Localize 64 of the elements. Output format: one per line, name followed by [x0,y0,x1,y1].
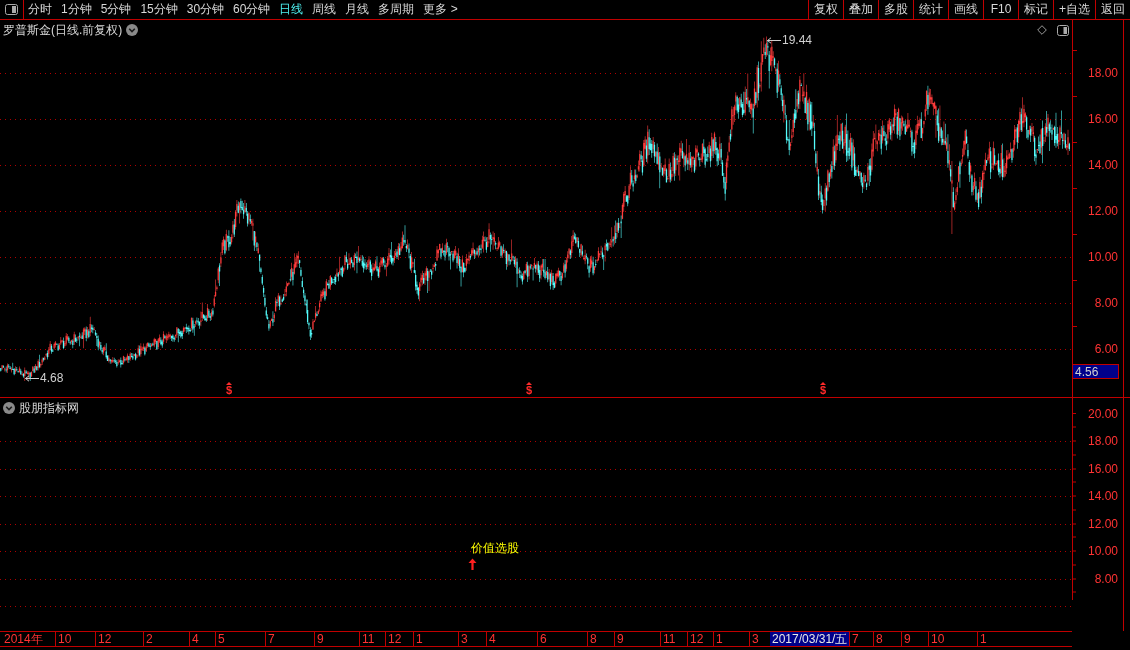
left-arrow-icon [25,375,39,382]
period-tab[interactable]: 分时 [24,0,52,19]
period-tab[interactable]: 60分钟 [229,0,271,19]
date-label: 5 [215,632,225,646]
chevron-down-icon[interactable] [3,402,15,414]
date-label: 11 [359,632,375,646]
axis-label: 10.00 [1087,250,1118,264]
date-label: 12 [385,632,402,646]
date-label: 1 [713,632,723,646]
date-label: 6 [537,632,547,646]
date-label: 2014年 [3,632,43,646]
axis-label: 14.00 [1087,158,1118,172]
date-label: 12 [95,632,112,646]
date-label: 1 [977,632,987,646]
period-tab[interactable]: 日线 [275,0,304,19]
panel-toggle-icon [5,4,18,15]
chevron-down-icon[interactable] [126,24,139,36]
panel-toggle-icon[interactable] [1057,24,1069,36]
left-arrow-icon [767,37,781,44]
date-label: 8 [587,632,597,646]
period-tab[interactable]: 15分钟 [136,0,178,19]
period-tab[interactable]: 月线 [341,0,370,19]
date-label: 10 [928,632,945,646]
indicator-title: 股朋指标网 [19,399,79,417]
axis-label: 10.00 [1087,544,1118,558]
low-price-label: 4.68 [40,371,64,385]
period-tab[interactable]: 更多 > [419,0,458,19]
date-label: 2 [143,632,153,646]
date-label: 9 [901,632,911,646]
diamond-icon[interactable] [1037,25,1047,35]
date-label: 10 [55,632,72,646]
date-label: 9 [614,632,624,646]
period-tab[interactable]: 30分钟 [182,0,225,19]
period-tab[interactable]: 周线 [308,0,337,19]
axis-label: 16.00 [1087,112,1118,126]
period-tab[interactable]: 5分钟 [96,0,132,19]
date-label: 1 [413,632,423,646]
price-tag: 4.56 [1073,364,1119,379]
date-label: 8 [873,632,883,646]
axis-label: 14.00 [1087,489,1118,503]
date-label: 3 [458,632,468,646]
cursor-date-label: 2017/03/31/五 [770,632,850,646]
signal-label: 价值选股 [471,540,519,557]
axis-label: 12.00 [1087,204,1118,218]
axis-label: 16.00 [1087,461,1118,476]
axis-label: 18.00 [1087,66,1118,80]
chart-title: 罗普斯金(日线.前复权) [3,21,123,39]
high-price-label: 19.44 [782,33,813,47]
period-tab[interactable]: 1分钟 [57,0,92,19]
date-label: 9 [314,632,324,646]
date-label: 11 [660,632,676,646]
date-label: 7 [265,632,275,646]
date-label: 3 [749,632,759,646]
up-arrow-icon [468,558,477,570]
date-label: 12 [687,632,704,646]
axis-label: 6.00 [1094,342,1118,356]
axis-label: 18.00 [1087,434,1118,448]
date-label: 4 [189,632,199,646]
axis-label: 8.00 [1094,571,1118,586]
axis-label: 20.00 [1087,406,1118,421]
period-tab[interactable]: 多周期 [374,0,415,19]
axis-label: 12.00 [1087,516,1118,531]
axis-label: 8.00 [1094,296,1118,310]
date-label: 4 [486,632,496,646]
